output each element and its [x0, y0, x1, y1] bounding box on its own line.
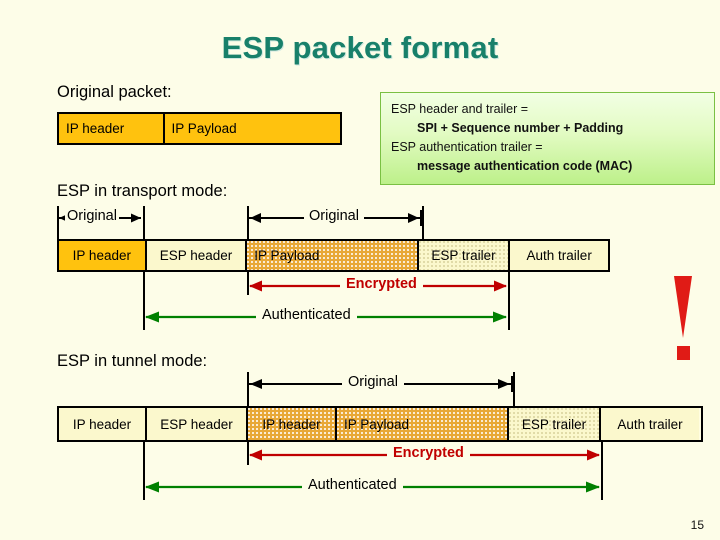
transport-measure-authenticated: Authenticated [143, 306, 509, 326]
packet-cell-ip-header: IP header [59, 114, 163, 143]
original-packet-row: IP header IP Payload [57, 112, 342, 145]
exclamation-mark-icon [672, 276, 694, 362]
transport-mode-heading: ESP in transport mode: [57, 182, 228, 200]
packet-cell-esp-trailer: ESP trailer [507, 408, 599, 440]
cell-label: IP header [66, 121, 125, 136]
cell-label: IP header [262, 416, 321, 432]
packet-cell-esp-header: ESP header [145, 408, 246, 440]
guide-line [422, 206, 424, 241]
exclamation-bar [674, 276, 692, 338]
packet-cell-auth-trailer: Auth trailer [599, 408, 699, 440]
cell-label: IP Payload [344, 416, 410, 432]
packet-cell-outer-ip-header: IP header [59, 408, 145, 440]
cell-label: IP header [72, 248, 131, 263]
measure-label: Original [304, 207, 364, 225]
measure-label: Authenticated [256, 306, 357, 324]
cell-label: IP header [72, 416, 132, 432]
transport-packet-row: IP header ESP header IP Payload ESP trai… [57, 239, 610, 272]
packet-cell-auth-trailer: Auth trailer [508, 241, 608, 270]
packet-cell-ip-header: IP header [59, 241, 145, 270]
cell-label: ESP trailer [521, 416, 587, 432]
transport-measure-original-payload: Original [247, 207, 422, 227]
original-packet-heading: Original packet: [57, 83, 172, 101]
tunnel-mode-heading: ESP in tunnel mode: [57, 352, 208, 370]
callout-line-2: SPI + Sequence number + Padding [417, 121, 624, 135]
esp-definition-callout: ESP header and trailer = SPI + Sequence … [380, 92, 715, 185]
cell-label: IP Payload [171, 121, 237, 136]
cell-label: ESP trailer [431, 248, 496, 263]
packet-cell-ip-payload: IP Payload [335, 408, 507, 440]
measure-label: Encrypted [387, 444, 470, 462]
measure-label: Original [65, 207, 119, 225]
packet-cell-ip-payload: IP Payload [245, 241, 417, 270]
exclamation-dot [677, 346, 690, 360]
tunnel-measure-original: Original [247, 373, 513, 393]
tunnel-packet-row: IP header ESP header IP header IP Payloa… [57, 406, 703, 442]
page-title: ESP packet format [221, 30, 499, 65]
transport-measure-original-header: Original [57, 207, 143, 227]
packet-cell-esp-header: ESP header [144, 241, 246, 270]
packet-cell-esp-trailer: ESP trailer [416, 241, 509, 270]
cell-label: ESP header [160, 416, 233, 432]
callout-line-1: ESP header and trailer = [391, 102, 529, 116]
cell-label: Auth trailer [526, 248, 592, 263]
measure-label: Authenticated [302, 476, 403, 494]
packet-cell-ip-payload: IP Payload [162, 114, 340, 143]
guide-line [143, 206, 145, 241]
cell-label: Auth trailer [617, 416, 683, 432]
tunnel-measure-authenticated: Authenticated [143, 476, 602, 496]
page-number: 15 [690, 518, 704, 532]
measure-label: Encrypted [340, 275, 423, 293]
slide-canvas: ESP packet format Original packet: IP he… [0, 0, 720, 540]
guide-line [513, 372, 515, 408]
cell-label: IP Payload [254, 248, 320, 263]
transport-measure-encrypted: Encrypted [247, 275, 509, 295]
callout-line-3: ESP authentication trailer = [391, 140, 543, 154]
cell-label: ESP header [159, 248, 233, 263]
measure-label: Original [342, 373, 404, 391]
tunnel-measure-encrypted: Encrypted [247, 444, 602, 464]
callout-line-4: message authentication code (MAC) [417, 159, 633, 173]
packet-cell-inner-ip-header: IP header [246, 408, 335, 440]
